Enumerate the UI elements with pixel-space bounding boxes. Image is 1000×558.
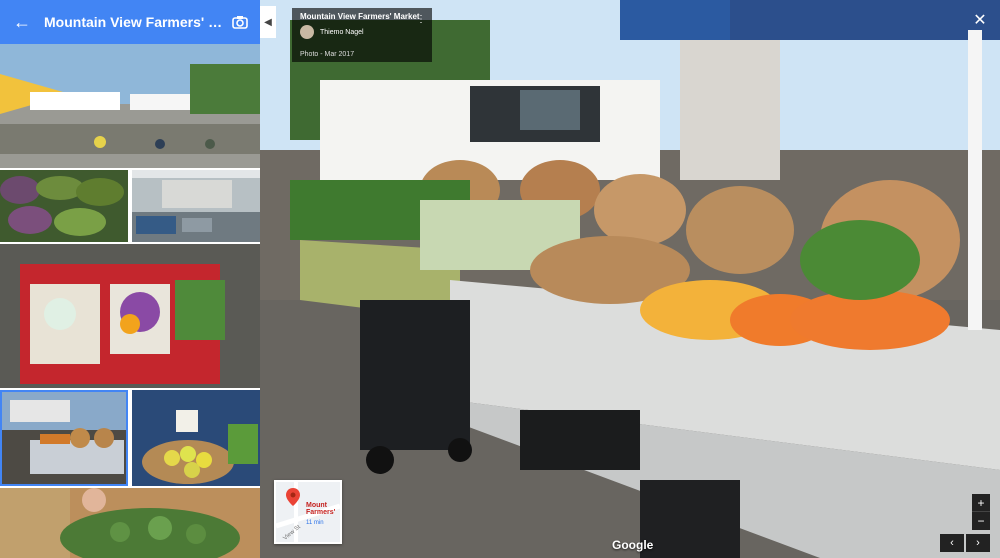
- street-view-photo[interactable]: ◀ Mountain View Farmers' Market Thiemo N…: [260, 0, 1000, 558]
- zoom-in-button[interactable]: +: [972, 494, 990, 512]
- collapse-panel-button[interactable]: ◀: [260, 6, 276, 38]
- photo-date: Photo - Mar 2017: [300, 51, 355, 58]
- market-stand-photo: [260, 0, 1000, 558]
- more-options-button[interactable]: ⋮: [416, 14, 426, 25]
- street-view-app: ← Mountain View Farmers' Market: [0, 0, 1000, 558]
- panel-header: ← Mountain View Farmers' Market: [0, 0, 260, 44]
- back-button[interactable]: ←: [10, 10, 34, 34]
- info-title: Mountain View Farmers' Market: [300, 12, 420, 21]
- photos-side-panel: ← Mountain View Farmers' Market: [0, 0, 260, 558]
- map-pin-icon: [286, 488, 300, 506]
- author-avatar: [300, 25, 314, 39]
- camera-button[interactable]: [230, 12, 250, 32]
- zoom-control: + −: [972, 494, 990, 530]
- camera-icon: [232, 16, 248, 29]
- google-logo: Google: [612, 538, 654, 552]
- panel-title: Mountain View Farmers' Market: [44, 14, 230, 30]
- previous-photo-button[interactable]: ‹: [940, 534, 964, 552]
- author-name[interactable]: Thiemo Nagel: [320, 29, 364, 36]
- minimap-place-label: Mount Farmers': [306, 502, 336, 517]
- thumb-lemons-basket[interactable]: [132, 390, 260, 486]
- thumb-vegetable-stand[interactable]: [0, 390, 128, 486]
- more-vert-icon: ⋮: [416, 14, 426, 25]
- close-icon: ✕: [973, 12, 987, 29]
- close-viewer-button[interactable]: ✕: [970, 10, 990, 30]
- thumb-market-overview[interactable]: [0, 44, 260, 168]
- minimap-eta: 11 min: [306, 520, 324, 526]
- thumb-market-stalls[interactable]: [132, 170, 260, 242]
- thumb-broccoli[interactable]: [0, 488, 260, 558]
- zoom-out-button[interactable]: −: [972, 512, 990, 530]
- next-photo-button[interactable]: ›: [966, 534, 990, 552]
- chevron-left-icon: ◀: [264, 16, 272, 28]
- thumb-produce-bags[interactable]: [0, 244, 260, 388]
- photo-navigation: ‹ ›: [940, 534, 990, 552]
- minimap[interactable]: Mount Farmers' 11 min View St: [274, 480, 342, 544]
- photo-info-card: Mountain View Farmers' Market Thiemo Nag…: [292, 8, 432, 62]
- back-arrow-icon: ←: [13, 11, 31, 32]
- author-row[interactable]: Thiemo Nagel: [300, 25, 424, 39]
- thumb-avocados[interactable]: [0, 170, 128, 242]
